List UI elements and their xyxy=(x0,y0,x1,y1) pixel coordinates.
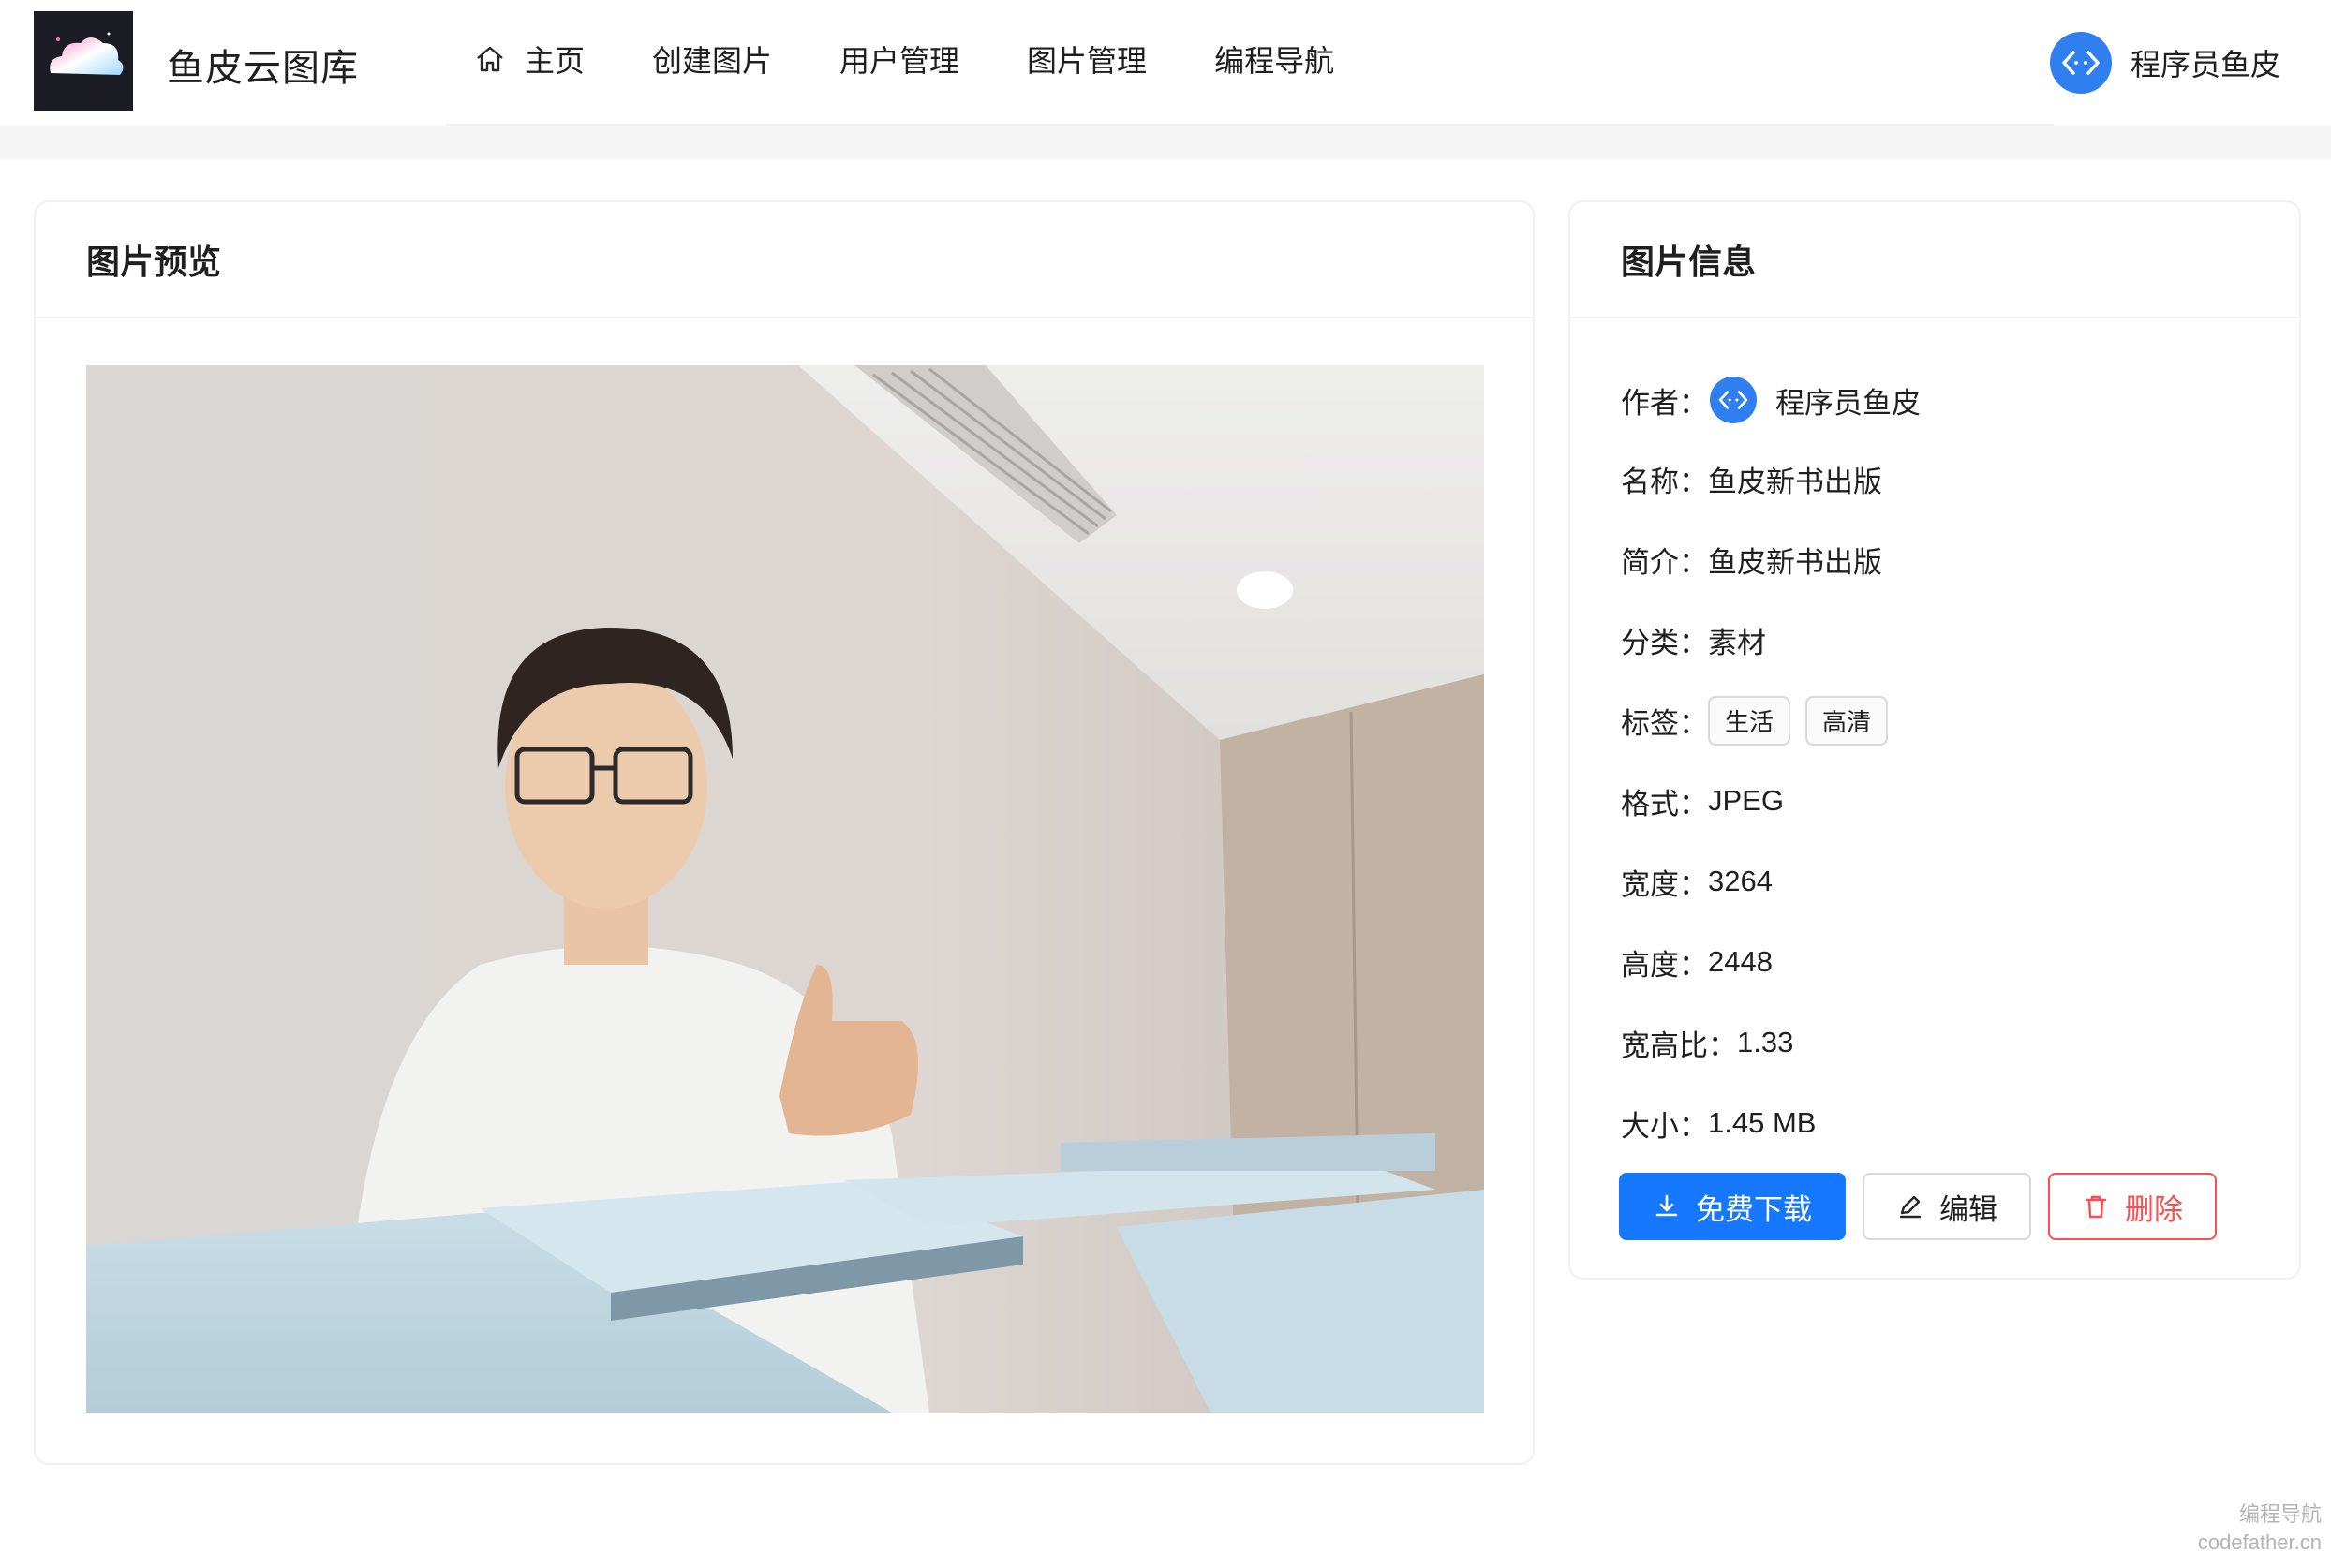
download-icon xyxy=(1655,1194,1678,1217)
tag-badge: 生活 xyxy=(1708,695,1791,746)
photo-illustration xyxy=(86,365,1484,1413)
name-label: 名称： xyxy=(1621,465,1708,498)
format-label: 格式： xyxy=(1621,787,1708,821)
delete-button[interactable]: 删除 xyxy=(2048,1173,2217,1240)
height-label: 高度： xyxy=(1621,948,1708,982)
size-label: 大小： xyxy=(1621,1109,1708,1143)
delete-button-label: 删除 xyxy=(2125,1192,2183,1226)
nav-item-label: 编程导航 xyxy=(1214,44,1335,78)
nav-item-home[interactable]: 主页 xyxy=(474,37,585,81)
tags-label: 标签： xyxy=(1621,706,1708,740)
preview-card: 图片预览 xyxy=(34,200,1535,1465)
author-label: 作者： xyxy=(1621,386,1708,420)
height-value: 2448 xyxy=(1708,945,1773,978)
info-row-ratio: 宽高比： 1.33 xyxy=(1621,1002,1921,1083)
preview-image[interactable] xyxy=(86,365,1484,1413)
name-value: 鱼皮新书出版 xyxy=(1708,465,1882,498)
cloud-logo-icon xyxy=(34,11,133,111)
download-button-label: 免费下载 xyxy=(1696,1192,1812,1226)
preview-card-title: 图片预览 xyxy=(36,202,1533,318)
code-avatar-icon xyxy=(1718,391,1748,409)
info-card: 图片信息 作者： 程序员鱼皮 名称： 鱼皮新书出版 简介： 鱼皮新书出版 分类： xyxy=(1568,200,2301,1280)
nav-item-create-picture[interactable]: 创建图片 xyxy=(652,37,772,81)
info-row-intro: 简介： 鱼皮新书出版 xyxy=(1621,519,1921,599)
category-label: 分类： xyxy=(1621,626,1708,659)
home-icon xyxy=(477,46,503,72)
nav-item-user-manage[interactable]: 用户管理 xyxy=(839,37,959,81)
header-shadow-band xyxy=(0,126,2331,159)
edit-pen-icon xyxy=(1899,1195,1922,1219)
trash-icon xyxy=(2085,1195,2107,1219)
code-avatar-icon xyxy=(2062,51,2100,75)
top-header: 鱼皮云图库 主页 创建图片 用户管理 图片管理 编程导航 程序员鱼皮 xyxy=(0,0,2331,124)
ratio-label: 宽高比： xyxy=(1621,1028,1737,1062)
format-value: JPEG xyxy=(1708,784,1784,817)
nav-item-label: 创建图片 xyxy=(652,44,773,78)
info-row-name: 名称： 鱼皮新书出版 xyxy=(1621,438,1921,519)
info-card-title: 图片信息 xyxy=(1570,202,2299,318)
width-value: 3264 xyxy=(1708,865,1773,897)
app-title[interactable]: 鱼皮云图库 xyxy=(167,37,359,92)
info-row-width: 宽度： 3264 xyxy=(1621,841,1921,922)
tag-badge: 高清 xyxy=(1805,695,1889,746)
nav-item-label: 图片管理 xyxy=(1027,44,1148,78)
nav-item-label: 主页 xyxy=(525,44,586,78)
action-buttons: 免费下载 编辑 删除 xyxy=(1619,1173,2234,1240)
edit-button-label: 编辑 xyxy=(1939,1192,1997,1226)
download-button[interactable]: 免费下载 xyxy=(1619,1173,1846,1240)
info-row-format: 格式： JPEG xyxy=(1621,761,1921,841)
info-row-author: 作者： 程序员鱼皮 xyxy=(1621,362,1921,438)
author-avatar xyxy=(1710,377,1757,423)
info-row-height: 高度： 2448 xyxy=(1621,922,1921,1002)
nav-item-coding-nav[interactable]: 编程导航 xyxy=(1214,37,1334,81)
info-row-size: 大小： 1.45 MB xyxy=(1621,1083,1921,1163)
main-nav: 主页 创建图片 用户管理 图片管理 编程导航 xyxy=(474,37,1402,81)
avatar xyxy=(2049,32,2112,94)
nav-item-picture-manage[interactable]: 图片管理 xyxy=(1027,37,1147,81)
info-list: 作者： 程序员鱼皮 名称： 鱼皮新书出版 简介： 鱼皮新书出版 分类： 素材 标… xyxy=(1621,362,1921,1163)
watermark-line: codefather.cn xyxy=(2197,1531,2322,1554)
intro-value: 鱼皮新书出版 xyxy=(1708,545,1882,579)
watermark: 编程导航 codefather.cn xyxy=(2198,1501,2322,1557)
width-label: 宽度： xyxy=(1621,867,1708,901)
size-value: 1.45 MB xyxy=(1708,1106,1817,1139)
author-name: 程序员鱼皮 xyxy=(1775,386,1921,420)
intro-label: 简介： xyxy=(1621,545,1708,579)
edit-button[interactable]: 编辑 xyxy=(1863,1173,2031,1240)
logo[interactable] xyxy=(34,11,133,111)
info-row-category: 分类： 素材 xyxy=(1621,599,1921,680)
category-value: 素材 xyxy=(1708,626,1766,659)
watermark-line: 编程导航 xyxy=(2238,1502,2322,1526)
nav-item-label: 用户管理 xyxy=(839,44,960,78)
info-row-tags: 标签： 生活 高清 xyxy=(1621,680,1921,761)
user-name: 程序员鱼皮 xyxy=(2130,48,2280,81)
ratio-value: 1.33 xyxy=(1737,1026,1794,1058)
user-menu[interactable]: 程序员鱼皮 xyxy=(2049,32,2280,94)
